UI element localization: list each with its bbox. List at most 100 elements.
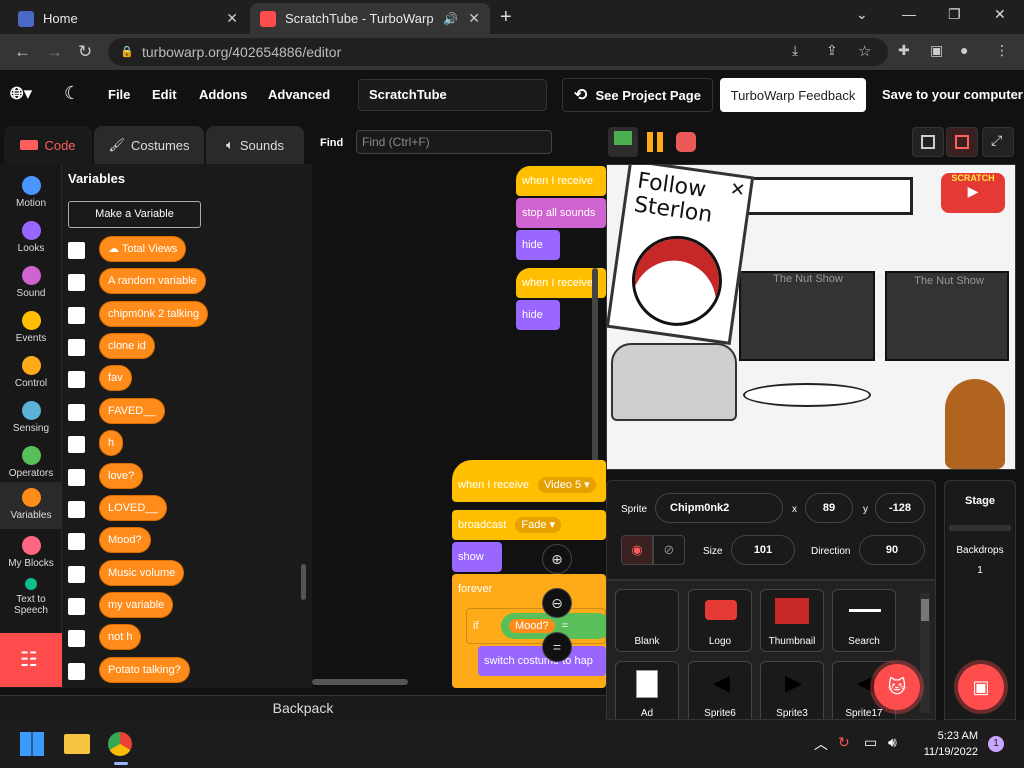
category-my-blocks[interactable]: My Blocks — [0, 530, 62, 575]
stage-canvas[interactable]: SCRATCH ▶ The Nut Show The Nut Show Foll… — [606, 164, 1016, 470]
variable-checkbox[interactable] — [68, 663, 85, 680]
clock-time[interactable]: 5:23 AM — [932, 730, 978, 742]
project-title-input[interactable]: ScratchTube — [358, 79, 547, 111]
variable-block[interactable]: love? — [99, 463, 144, 489]
see-project-page-button[interactable]: ⟲ See Project Page — [562, 78, 713, 112]
profile-icon[interactable]: ● — [960, 42, 968, 58]
green-flag-button[interactable] — [608, 127, 638, 157]
when-receive-hat-block[interactable]: when I receive — [516, 166, 606, 196]
category-text-to-speech[interactable]: Text to Speech — [0, 572, 62, 617]
category-control[interactable]: Control — [0, 350, 62, 395]
find-input[interactable]: Find (Ctrl+F) — [356, 130, 552, 154]
large-stage-button[interactable] — [946, 127, 978, 157]
variable-block[interactable]: ☁ Total Views — [99, 236, 187, 262]
show-block[interactable]: show — [452, 542, 502, 572]
variable-checkbox[interactable] — [68, 566, 85, 583]
small-stage-button[interactable] — [912, 127, 944, 157]
category-operators[interactable]: Operators — [0, 440, 62, 485]
bookmark-star-icon[interactable]: ☆ — [858, 42, 871, 60]
x-input[interactable]: 89 — [805, 493, 853, 523]
variable-checkbox[interactable] — [68, 404, 85, 421]
direction-input[interactable]: 90 — [859, 535, 925, 565]
menu-edit[interactable]: Edit — [152, 87, 177, 102]
broadcast-dropdown[interactable]: Fade ▾ — [515, 517, 562, 533]
tab-turbowarp[interactable]: ScratchTube - TurboWarp 🔊 ✕ — [250, 3, 490, 34]
share-icon[interactable]: ⇪ — [826, 42, 838, 59]
variable-checkbox[interactable] — [68, 371, 85, 388]
variable-block[interactable]: not h — [99, 624, 142, 650]
palette-scrollbar[interactable] — [301, 564, 306, 600]
menu-file[interactable]: File — [108, 87, 130, 102]
sprite-tile-sprite6[interactable]: ◀ Sprite6 — [688, 661, 752, 719]
when-receive-hat-block[interactable]: when I receive Video 5 ▾ — [452, 460, 606, 502]
category-variables[interactable]: Variables — [0, 482, 62, 529]
close-window-button[interactable]: ✕ — [994, 6, 1006, 23]
fullscreen-button[interactable]: ⤢ — [982, 127, 1014, 157]
variable-block[interactable]: LOVED__ — [99, 495, 167, 521]
variable-block[interactable]: Potato talking? — [99, 657, 190, 683]
variable-block[interactable]: h — [99, 430, 124, 456]
back-button[interactable]: ← — [14, 42, 31, 62]
variable-checkbox[interactable] — [68, 436, 85, 453]
add-extension-button[interactable]: ☷ — [0, 633, 62, 687]
choose-sprite-button[interactable]: 🐱︎ — [874, 664, 920, 710]
variable-block[interactable]: my variable — [99, 592, 174, 618]
variable-checkbox[interactable] — [68, 598, 85, 615]
script-area[interactable]: when I receive stop all sounds hide when… — [312, 164, 606, 688]
side-panel-icon[interactable]: ▣ — [930, 42, 943, 59]
show-sprite-button[interactable]: ◉ — [621, 535, 653, 565]
close-tab-icon[interactable]: ✕ — [468, 10, 480, 27]
hide-block[interactable]: hide — [516, 300, 560, 330]
sprite-tile-logo[interactable]: Logo — [688, 589, 752, 652]
category-looks[interactable]: Looks — [0, 215, 62, 260]
feedback-button[interactable]: TurboWarp Feedback — [720, 78, 866, 112]
script-scrollbar-horizontal[interactable] — [312, 679, 408, 685]
audio-playing-icon[interactable]: 🔊 — [443, 12, 458, 26]
variable-block[interactable]: Music volume — [99, 560, 185, 586]
theme-moon-icon[interactable]: ☾ — [64, 83, 80, 104]
sprite-tile-search[interactable]: Search — [832, 589, 896, 652]
choose-backdrop-button[interactable]: ▣ — [958, 664, 1004, 710]
pause-button[interactable] — [644, 127, 674, 157]
size-input[interactable]: 101 — [731, 535, 795, 565]
variable-checkbox[interactable] — [68, 533, 85, 550]
menu-icon[interactable]: ⋮ — [995, 42, 1009, 59]
hide-sprite-button[interactable]: ⊘ — [653, 535, 685, 565]
category-sensing[interactable]: Sensing — [0, 395, 62, 440]
tab-home[interactable]: Home ✕ — [8, 3, 248, 34]
broadcast-block[interactable]: broadcast Fade ▾ — [452, 510, 606, 540]
language-globe-icon[interactable]: 🌐︎▾ — [10, 84, 32, 104]
hide-block[interactable]: hide — [516, 230, 560, 260]
sprite-tile-blank[interactable]: Blank — [615, 589, 679, 652]
network-icon[interactable]: ▭ — [864, 734, 877, 751]
variable-checkbox[interactable] — [68, 501, 85, 518]
scroll-thumb[interactable] — [921, 599, 929, 621]
variable-block[interactable]: Mood? — [99, 527, 151, 553]
minimize-button[interactable]: — — [902, 6, 916, 22]
variable-checkbox[interactable] — [68, 274, 85, 291]
tab-code[interactable]: Code — [4, 126, 92, 164]
if-block[interactable]: if Mood? = — [466, 608, 606, 644]
save-to-computer-button[interactable]: Save to your computer — [882, 87, 1023, 102]
url-input[interactable]: 🔒 turbowarp.org/402654886/editor — [108, 38, 888, 66]
sprite-tile-ad[interactable]: Ad — [615, 661, 679, 719]
close-ad-icon[interactable]: ✕ — [729, 178, 747, 201]
zoom-out-button[interactable]: ⊖ — [542, 588, 572, 618]
clock-date[interactable]: 11/19/2022 — [918, 746, 978, 758]
variable-block[interactable]: A random variable — [99, 268, 206, 294]
windows-start-icon[interactable] — [20, 732, 44, 756]
variable-checkbox[interactable] — [68, 469, 85, 486]
tab-sounds[interactable]: 🔈︎ Sounds — [206, 126, 304, 164]
variable-checkbox[interactable] — [68, 630, 85, 647]
menu-addons[interactable]: Addons — [199, 87, 247, 102]
variable-checkbox[interactable] — [68, 307, 85, 324]
category-motion[interactable]: Motion — [0, 170, 62, 215]
sprite-tile-thumbnail[interactable]: Thumbnail — [760, 589, 824, 652]
variable-block[interactable]: chipm0nk 2 talking — [99, 301, 209, 327]
chrome-icon[interactable] — [108, 732, 132, 756]
sprite-tile-sprite3[interactable]: ▶ Sprite3 — [760, 661, 824, 719]
notification-badge[interactable]: 1 — [988, 736, 1004, 752]
make-variable-button[interactable]: Make a Variable — [68, 201, 201, 228]
y-input[interactable]: -128 — [875, 493, 925, 523]
show-hidden-icons-icon[interactable]: ︿ — [814, 734, 828, 754]
